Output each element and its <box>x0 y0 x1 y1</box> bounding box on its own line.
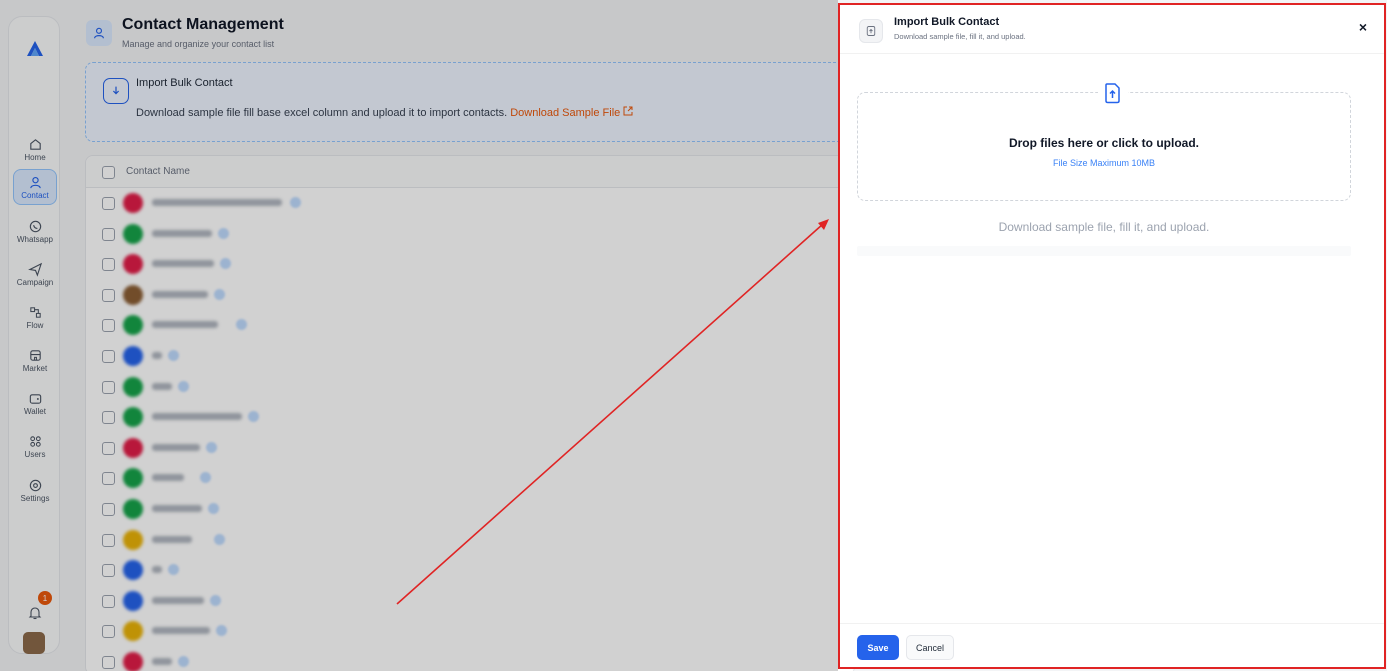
modal-backdrop[interactable] <box>0 0 838 671</box>
drawer-title: Import Bulk Contact <box>894 16 1000 28</box>
drawer-footer-divider <box>840 623 1384 624</box>
upload-hint: Download sample file, fill it, and uploa… <box>998 220 1210 234</box>
import-bulk-contact-drawer: Import Bulk Contact Download sample file… <box>838 3 1386 669</box>
drawer-subtitle: Download sample file, fill it, and uploa… <box>894 32 1026 41</box>
file-upload-icon <box>1098 78 1128 108</box>
dropzone-size-limit: File Size Maximum 10MB <box>1052 158 1156 168</box>
drawer-header-divider <box>840 53 1384 54</box>
cancel-button[interactable]: Cancel <box>906 635 954 660</box>
upload-progress-placeholder <box>857 246 1351 256</box>
dropzone-title: Drop files here or click to upload. <box>1008 136 1200 150</box>
close-button[interactable]: × <box>1355 19 1371 35</box>
save-button[interactable]: Save <box>857 635 899 660</box>
upload-file-icon <box>859 19 883 43</box>
